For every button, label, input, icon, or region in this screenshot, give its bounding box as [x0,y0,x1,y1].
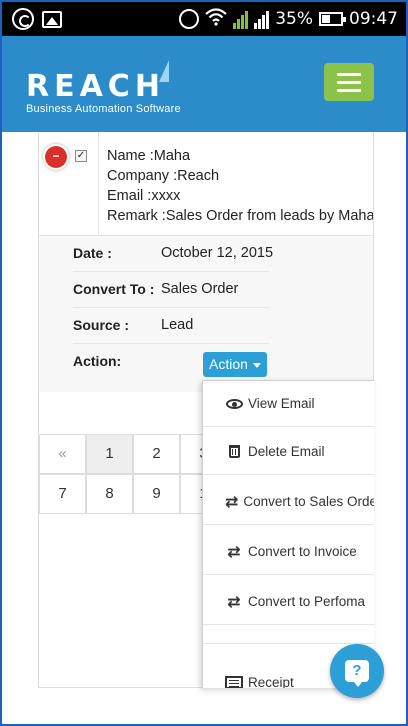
collapse-button[interactable]: − [45,146,67,168]
app-header: REACH Business Automation Software [2,36,406,132]
logo-word: REACH [26,69,165,104]
source-value: Lead [161,317,194,333]
logo-tagline: Business Automation Software [26,103,181,115]
action-dropdown-button[interactable]: Action [203,352,267,377]
menu-item-convert-invoice[interactable]: ⇄ Convert to Invoice [203,529,374,575]
detail-row-source: Source : Lead [73,308,269,344]
menu-item-label: Convert to Invoice [248,544,357,559]
alarm-icon [179,9,200,29]
menu-item-label: Receipt [248,674,294,689]
wifi-icon [205,7,227,31]
date-label: Date : [73,245,112,261]
lead-info: Name :Maha Company :Reach Email :xxxx Re… [107,146,374,226]
menu-item-label: Convert to Sales Order [243,494,374,509]
gallery-icon [42,10,62,28]
menu-item-convert-perfoma[interactable]: ⇄ Convert to Perfoma [203,579,374,625]
app-frame: 35% 09:47 REACH Business Automation Soft… [0,0,408,726]
help-button[interactable]: ? [330,644,384,698]
battery-icon [319,12,346,26]
menu-item-label: View Email [248,396,315,411]
menu-item-label: Convert to Perfoma [248,594,366,609]
lead-company: Company :Reach [107,168,220,184]
signal-icon [233,9,249,29]
convert-value: Sales Order [161,281,239,297]
menu-toggle-button[interactable] [324,63,374,101]
lead-name: Name :Maha [107,148,191,164]
lead-details: Date : October 12, 2015 Convert To : Sal… [39,236,373,392]
caret-down-icon [253,363,261,368]
lead-remark: Remark :Sales Order from leads by Maha [107,208,374,224]
help-icon: ? [345,660,369,687]
page-link[interactable]: 7 [39,474,86,514]
lead-row: − ✓ Name :Maha Company :Reach Email :xxx… [39,132,374,236]
detail-row-convert: Convert To : Sales Order [73,272,269,308]
page-link[interactable]: 2 [133,434,180,474]
date-value: October 12, 2015 [161,245,274,261]
detail-row-date: Date : October 12, 2015 [73,236,273,272]
retweet-icon: ⇄ [227,591,241,611]
menu-divider [203,643,374,644]
menu-item-delete-email[interactable]: Delete Email [203,429,374,475]
reach-logo[interactable]: REACH Business Automation Software [26,60,181,115]
convert-label: Convert To : [73,281,155,297]
menu-item-view-email[interactable]: View Email [203,381,374,427]
page-link[interactable]: 9 [133,474,180,514]
menu-item-label: Delete Email [248,444,325,459]
page-prev[interactable]: « [39,434,86,474]
lead-checkbox[interactable]: ✓ [75,150,87,162]
action-button-label: Action [209,356,248,372]
eye-icon [225,398,243,409]
signal-icon [254,9,270,29]
page-link[interactable]: 8 [86,474,133,514]
lead-row-controls: − ✓ [39,132,99,236]
lead-email: Email :xxxx [107,188,181,204]
trash-icon [228,445,240,458]
whatsapp-icon [12,8,34,30]
menu-item-convert-sales-order[interactable]: ⇄ Convert to Sales Order [203,479,374,525]
clock: 09:47 [349,9,398,29]
action-label: Action: [73,353,122,369]
logo-sail-icon [159,60,169,82]
receipt-icon [225,675,243,688]
source-label: Source : [73,317,130,333]
page-link[interactable]: 1 [86,434,133,474]
retweet-icon: ⇄ [227,541,241,561]
retweet-icon: ⇄ [225,491,239,511]
hamburger-icon [337,72,361,76]
action-menu: View Email Delete Email ⇄ Convert to Sal… [202,380,374,688]
battery-percent: 35% [275,9,313,29]
status-bar: 35% 09:47 [2,2,406,36]
